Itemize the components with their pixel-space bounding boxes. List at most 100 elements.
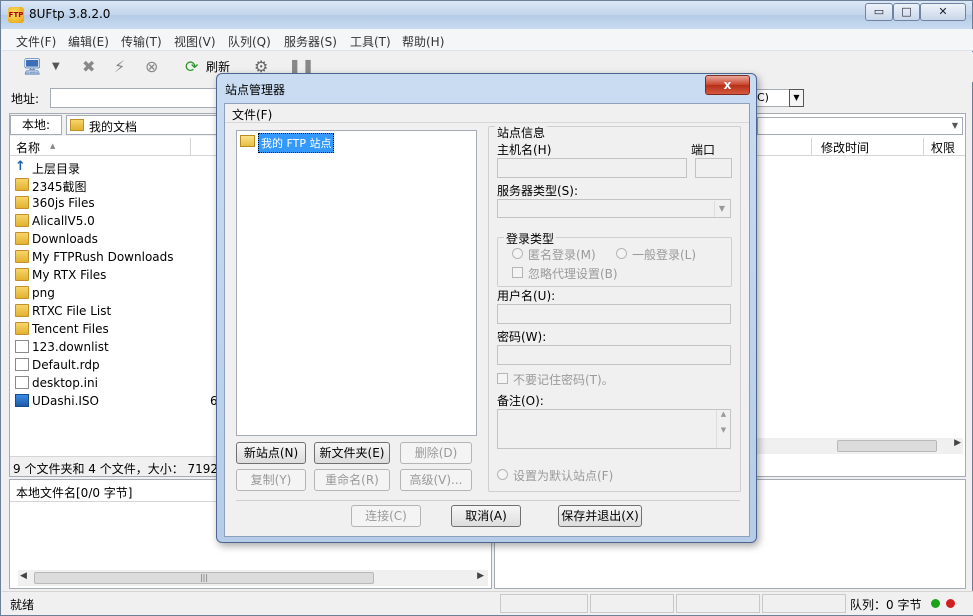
file-name: desktop.ini: [32, 376, 98, 390]
queue-horizontal-scrollbar[interactable]: ◀ ||| ▶: [18, 570, 488, 586]
delete-button[interactable]: 删除(D): [400, 442, 472, 464]
normal-radio[interactable]: [616, 248, 627, 259]
remote-server-combo[interactable]: C): [754, 89, 792, 107]
parent-directory-icon: ↑: [15, 159, 26, 174]
folder-icon: [15, 196, 29, 209]
folder-icon: [15, 304, 29, 317]
remote-combo-dropdown-icon[interactable]: ▼: [789, 89, 804, 107]
menu-edit[interactable]: 编辑(E): [68, 33, 109, 50]
anonymous-radio[interactable]: [512, 248, 523, 259]
ignore-proxy-checkbox[interactable]: [512, 267, 523, 278]
status-bar: 就绪 队列：0 字节: [2, 591, 973, 615]
maximize-button[interactable]: □: [893, 3, 920, 21]
new-folder-button[interactable]: 新文件夹(E): [314, 442, 390, 464]
column-name[interactable]: 名称: [16, 139, 40, 156]
menu-transfer[interactable]: 传输(T): [121, 33, 162, 50]
copy-button[interactable]: 复制(Y): [236, 469, 306, 491]
menu-bar: 文件(F) 编辑(E) 传输(T) 视图(V) 队列(Q) 服务器(S) 工具(…: [2, 29, 973, 51]
connect-button[interactable]: 连接(C): [351, 505, 421, 527]
file-name: My RTX Files: [32, 268, 107, 282]
normal-label[interactable]: 一般登录(L): [632, 246, 696, 263]
scrollbar-thumb[interactable]: [837, 440, 937, 452]
refresh-icon[interactable]: ⟳: [185, 56, 198, 78]
menu-server[interactable]: 服务器(S): [284, 33, 337, 50]
cancel-button[interactable]: 取消(A): [451, 505, 521, 527]
menu-help[interactable]: 帮助(H): [402, 33, 444, 50]
new-site-button[interactable]: 新站点(N): [236, 442, 306, 464]
default-site-label[interactable]: 设置为默认站点(F): [513, 467, 613, 484]
menu-view[interactable]: 视图(V): [174, 33, 216, 50]
chevron-down-icon[interactable]: ▼: [948, 118, 962, 134]
file-name: png: [32, 286, 55, 300]
advanced-button[interactable]: 高级(V)...: [400, 469, 472, 491]
anonymous-label[interactable]: 匿名登录(M): [528, 246, 596, 263]
ignore-proxy-label[interactable]: 忽略代理设置(B): [528, 265, 618, 282]
file-name: My FTPRush Downloads: [32, 250, 174, 264]
save-exit-button[interactable]: 保存并退出(X): [558, 505, 642, 527]
username-label: 用户名(U):: [497, 289, 556, 303]
note-label: 备注(O):: [497, 394, 544, 408]
site-tree[interactable]: 我的 FTP 站点: [236, 130, 477, 436]
dialog-menu-file[interactable]: 文件(F): [232, 106, 272, 123]
quick-connect-icon[interactable]: ⚡: [114, 56, 125, 78]
server-type-select[interactable]: ▼: [497, 199, 731, 218]
scrollbar-thumb[interactable]: |||: [34, 572, 374, 584]
tree-root-node[interactable]: 我的 FTP 站点: [258, 133, 335, 153]
menu-tools[interactable]: 工具(T): [350, 33, 391, 50]
menu-queue[interactable]: 队列(Q): [228, 33, 271, 50]
remote-path-combo[interactable]: ▼: [757, 117, 963, 135]
scroll-right-icon[interactable]: ▶: [477, 571, 484, 581]
site-info-legend: 站点信息: [495, 124, 548, 141]
site-manager-icon[interactable]: 🖥: [22, 56, 42, 78]
port-input[interactable]: [695, 158, 732, 178]
disc-image-icon: [15, 394, 29, 407]
column-separator[interactable]: [190, 138, 191, 156]
column-separator[interactable]: [811, 138, 812, 156]
server-type-label: 服务器类型(S):: [497, 184, 579, 198]
status-cell: [590, 594, 674, 613]
file-name: Downloads: [32, 232, 98, 246]
note-textarea[interactable]: ▲ ▼: [497, 409, 731, 449]
folder-icon: [15, 322, 29, 335]
file-icon: [15, 358, 29, 371]
address-label: 地址:: [11, 92, 40, 106]
folder-icon: [15, 214, 29, 227]
chevron-down-icon[interactable]: ▼: [714, 201, 729, 217]
login-type-legend: 登录类型: [504, 230, 557, 247]
no-remember-label[interactable]: 不要记住密码(T)。: [513, 371, 614, 388]
scroll-left-icon[interactable]: ◀: [20, 571, 27, 581]
close-button[interactable]: ✕: [920, 3, 966, 21]
no-remember-checkbox[interactable]: [497, 373, 508, 384]
disconnect-icon[interactable]: ✖: [82, 56, 95, 78]
minimize-button[interactable]: ▭: [865, 3, 893, 21]
dropdown-arrow-icon[interactable]: ▼: [52, 56, 60, 78]
host-label: 主机名(H): [497, 143, 552, 157]
status-cell: [676, 594, 760, 613]
username-input[interactable]: [497, 304, 731, 324]
queue-size: 队列：0 字节: [850, 598, 922, 612]
stop-icon[interactable]: ⊗: [145, 56, 158, 78]
address-input[interactable]: [50, 88, 230, 108]
local-path-label[interactable]: 本地:: [10, 115, 62, 135]
host-input[interactable]: [497, 158, 687, 178]
file-name: UDashi.ISO: [32, 394, 99, 408]
folder-icon: [240, 135, 255, 147]
scroll-right-icon[interactable]: ▶: [954, 438, 961, 448]
menu-file[interactable]: 文件(F): [16, 33, 56, 50]
note-scrollbar[interactable]: ▲ ▼: [716, 410, 730, 448]
port-label: 端口: [691, 143, 716, 157]
column-modified[interactable]: 修改时间: [821, 139, 869, 156]
column-permissions[interactable]: 权限: [931, 139, 955, 156]
dialog-title: 站点管理器: [225, 83, 286, 97]
documents-folder-icon: [70, 119, 84, 131]
column-separator[interactable]: [923, 138, 924, 156]
window-title: 8UFtp 3.8.2.0: [29, 7, 111, 21]
password-input[interactable]: [497, 345, 731, 365]
password-label: 密码(W):: [497, 330, 547, 344]
default-site-radio[interactable]: [497, 469, 508, 480]
remote-horizontal-scrollbar[interactable]: ▶: [757, 438, 963, 454]
title-bar[interactable]: FTP 8UFtp 3.8.2.0 ▭ □ ✕: [1, 1, 972, 29]
connection-red-icon: [946, 599, 955, 608]
dialog-close-button[interactable]: x: [705, 75, 750, 95]
rename-button[interactable]: 重命名(R): [314, 469, 390, 491]
